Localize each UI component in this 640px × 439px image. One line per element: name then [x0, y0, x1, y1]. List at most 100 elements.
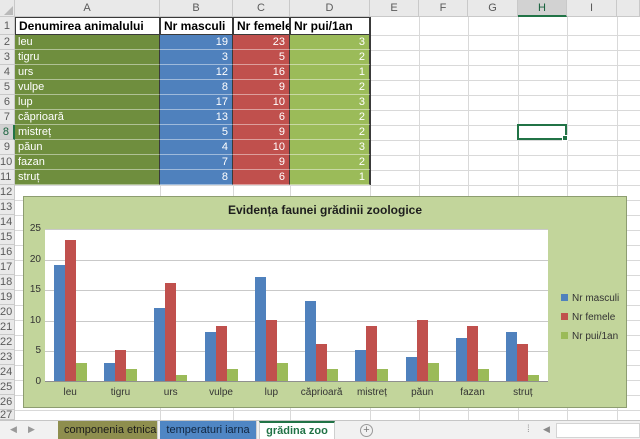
tab-nav-left-icon[interactable]: ◀	[10, 424, 17, 435]
tab-nav-right-icon[interactable]: ▶	[28, 424, 35, 435]
table-cell[interactable]: 3	[290, 35, 370, 50]
y-tick-label: 20	[25, 254, 41, 265]
table-cell[interactable]: 5	[160, 125, 233, 140]
table-cell[interactable]: 2	[290, 155, 370, 170]
table-cell[interactable]: mistreț	[15, 125, 160, 140]
row-header-3[interactable]: 3	[0, 50, 15, 65]
row-header-9[interactable]: 9	[0, 140, 15, 155]
tabbar-resize-handle[interactable]: ⁞	[527, 424, 530, 435]
row-header-27[interactable]: 27	[0, 410, 15, 420]
table-cell[interactable]: 5	[233, 50, 290, 65]
column-header-H[interactable]: H	[518, 0, 567, 17]
table-cell[interactable]: 6	[233, 110, 290, 125]
row-header-25[interactable]: 25	[0, 380, 15, 395]
sheet-tab-2[interactable]: temperaturi iarna	[160, 421, 257, 439]
row-header-24[interactable]: 24	[0, 365, 15, 380]
selected-cell-outline[interactable]	[517, 124, 567, 140]
column-header-A[interactable]: A	[15, 0, 160, 17]
hscroll-left-icon[interactable]: ◀	[543, 424, 550, 435]
row-header-16[interactable]: 16	[0, 245, 15, 260]
table-cell[interactable]: 9	[233, 80, 290, 95]
chart-bar	[126, 369, 137, 381]
table-header-cell[interactable]: Nr masculi	[160, 17, 233, 35]
table-cell[interactable]: 12	[160, 65, 233, 80]
table-cell[interactable]: 3	[290, 95, 370, 110]
row-header-26[interactable]: 26	[0, 395, 15, 410]
table-cell[interactable]: 8	[160, 80, 233, 95]
row-header-5[interactable]: 5	[0, 80, 15, 95]
table-cell[interactable]: 8	[160, 170, 233, 185]
table-cell[interactable]: leu	[15, 35, 160, 50]
row-header-22[interactable]: 22	[0, 335, 15, 350]
row-header-11[interactable]: 11	[0, 170, 15, 185]
row-header-2[interactable]: 2	[0, 35, 15, 50]
chart-bar	[406, 357, 417, 382]
column-header-B[interactable]: B	[160, 0, 233, 17]
sheet-tab-1[interactable]: componenia etnica	[58, 421, 158, 439]
table-cell[interactable]: 4	[160, 140, 233, 155]
column-header-E[interactable]: E	[370, 0, 419, 17]
chart-bar	[227, 369, 238, 381]
table-cell[interactable]: vulpe	[15, 80, 160, 95]
table-cell[interactable]: căprioară	[15, 110, 160, 125]
column-header-F[interactable]: F	[419, 0, 468, 17]
row-header-7[interactable]: 7	[0, 110, 15, 125]
table-cell[interactable]: 3	[290, 140, 370, 155]
table-cell[interactable]: 2	[290, 80, 370, 95]
column-header-G[interactable]: G	[468, 0, 518, 17]
hscroll-track[interactable]	[556, 423, 640, 438]
table-cell[interactable]: păun	[15, 140, 160, 155]
table-cell[interactable]: 19	[160, 35, 233, 50]
table-cell[interactable]: 23	[233, 35, 290, 50]
table-cell[interactable]: lup	[15, 95, 160, 110]
table-header-cell[interactable]: Nr pui/1an	[290, 17, 370, 35]
row-header-17[interactable]: 17	[0, 260, 15, 275]
zoo-bar-chart[interactable]: Evidența faunei grădinii zoologice 05101…	[23, 196, 627, 408]
x-category-label: tigru	[95, 387, 145, 398]
row-header-15[interactable]: 15	[0, 230, 15, 245]
table-cell[interactable]: fazan	[15, 155, 160, 170]
table-cell[interactable]: 13	[160, 110, 233, 125]
table-cell[interactable]: struț	[15, 170, 160, 185]
row-header-6[interactable]: 6	[0, 95, 15, 110]
column-header-partial[interactable]	[617, 0, 640, 17]
chart-bar	[377, 369, 388, 381]
table-cell[interactable]: 2	[290, 50, 370, 65]
sheet-tab-3[interactable]: grădina zoo	[259, 421, 335, 439]
table-cell[interactable]: 10	[233, 95, 290, 110]
row-header-8[interactable]: 8	[0, 125, 15, 140]
table-cell[interactable]: 9	[233, 155, 290, 170]
table-cell[interactable]: 3	[160, 50, 233, 65]
row-header-14[interactable]: 14	[0, 215, 15, 230]
column-header-C[interactable]: C	[233, 0, 290, 17]
column-header-I[interactable]: I	[567, 0, 617, 17]
table-cell[interactable]: tigru	[15, 50, 160, 65]
row-header-21[interactable]: 21	[0, 320, 15, 335]
table-cell[interactable]: urs	[15, 65, 160, 80]
chart-bar	[327, 369, 338, 381]
row-header-12[interactable]: 12	[0, 185, 15, 200]
table-cell[interactable]: 1	[290, 65, 370, 80]
table-cell[interactable]: 7	[160, 155, 233, 170]
table-cell[interactable]: 2	[290, 110, 370, 125]
table-cell[interactable]: 9	[233, 125, 290, 140]
row-header-1[interactable]: 1	[0, 17, 15, 35]
row-header-18[interactable]: 18	[0, 275, 15, 290]
table-cell[interactable]: 10	[233, 140, 290, 155]
table-cell[interactable]: 6	[233, 170, 290, 185]
table-cell[interactable]: 16	[233, 65, 290, 80]
row-header-13[interactable]: 13	[0, 200, 15, 215]
table-cell[interactable]: 1	[290, 170, 370, 185]
row-header-10[interactable]: 10	[0, 155, 15, 170]
table-header-cell[interactable]: Nr femele	[233, 17, 290, 35]
table-cell[interactable]: 17	[160, 95, 233, 110]
column-header-D[interactable]: D	[290, 0, 370, 17]
select-all-corner[interactable]	[0, 0, 15, 17]
row-header-4[interactable]: 4	[0, 65, 15, 80]
row-header-20[interactable]: 20	[0, 305, 15, 320]
new-sheet-button[interactable]: +	[360, 424, 373, 437]
table-cell[interactable]: 2	[290, 125, 370, 140]
table-header-cell[interactable]: Denumirea animalului	[15, 17, 160, 35]
row-header-19[interactable]: 19	[0, 290, 15, 305]
row-header-23[interactable]: 23	[0, 350, 15, 365]
